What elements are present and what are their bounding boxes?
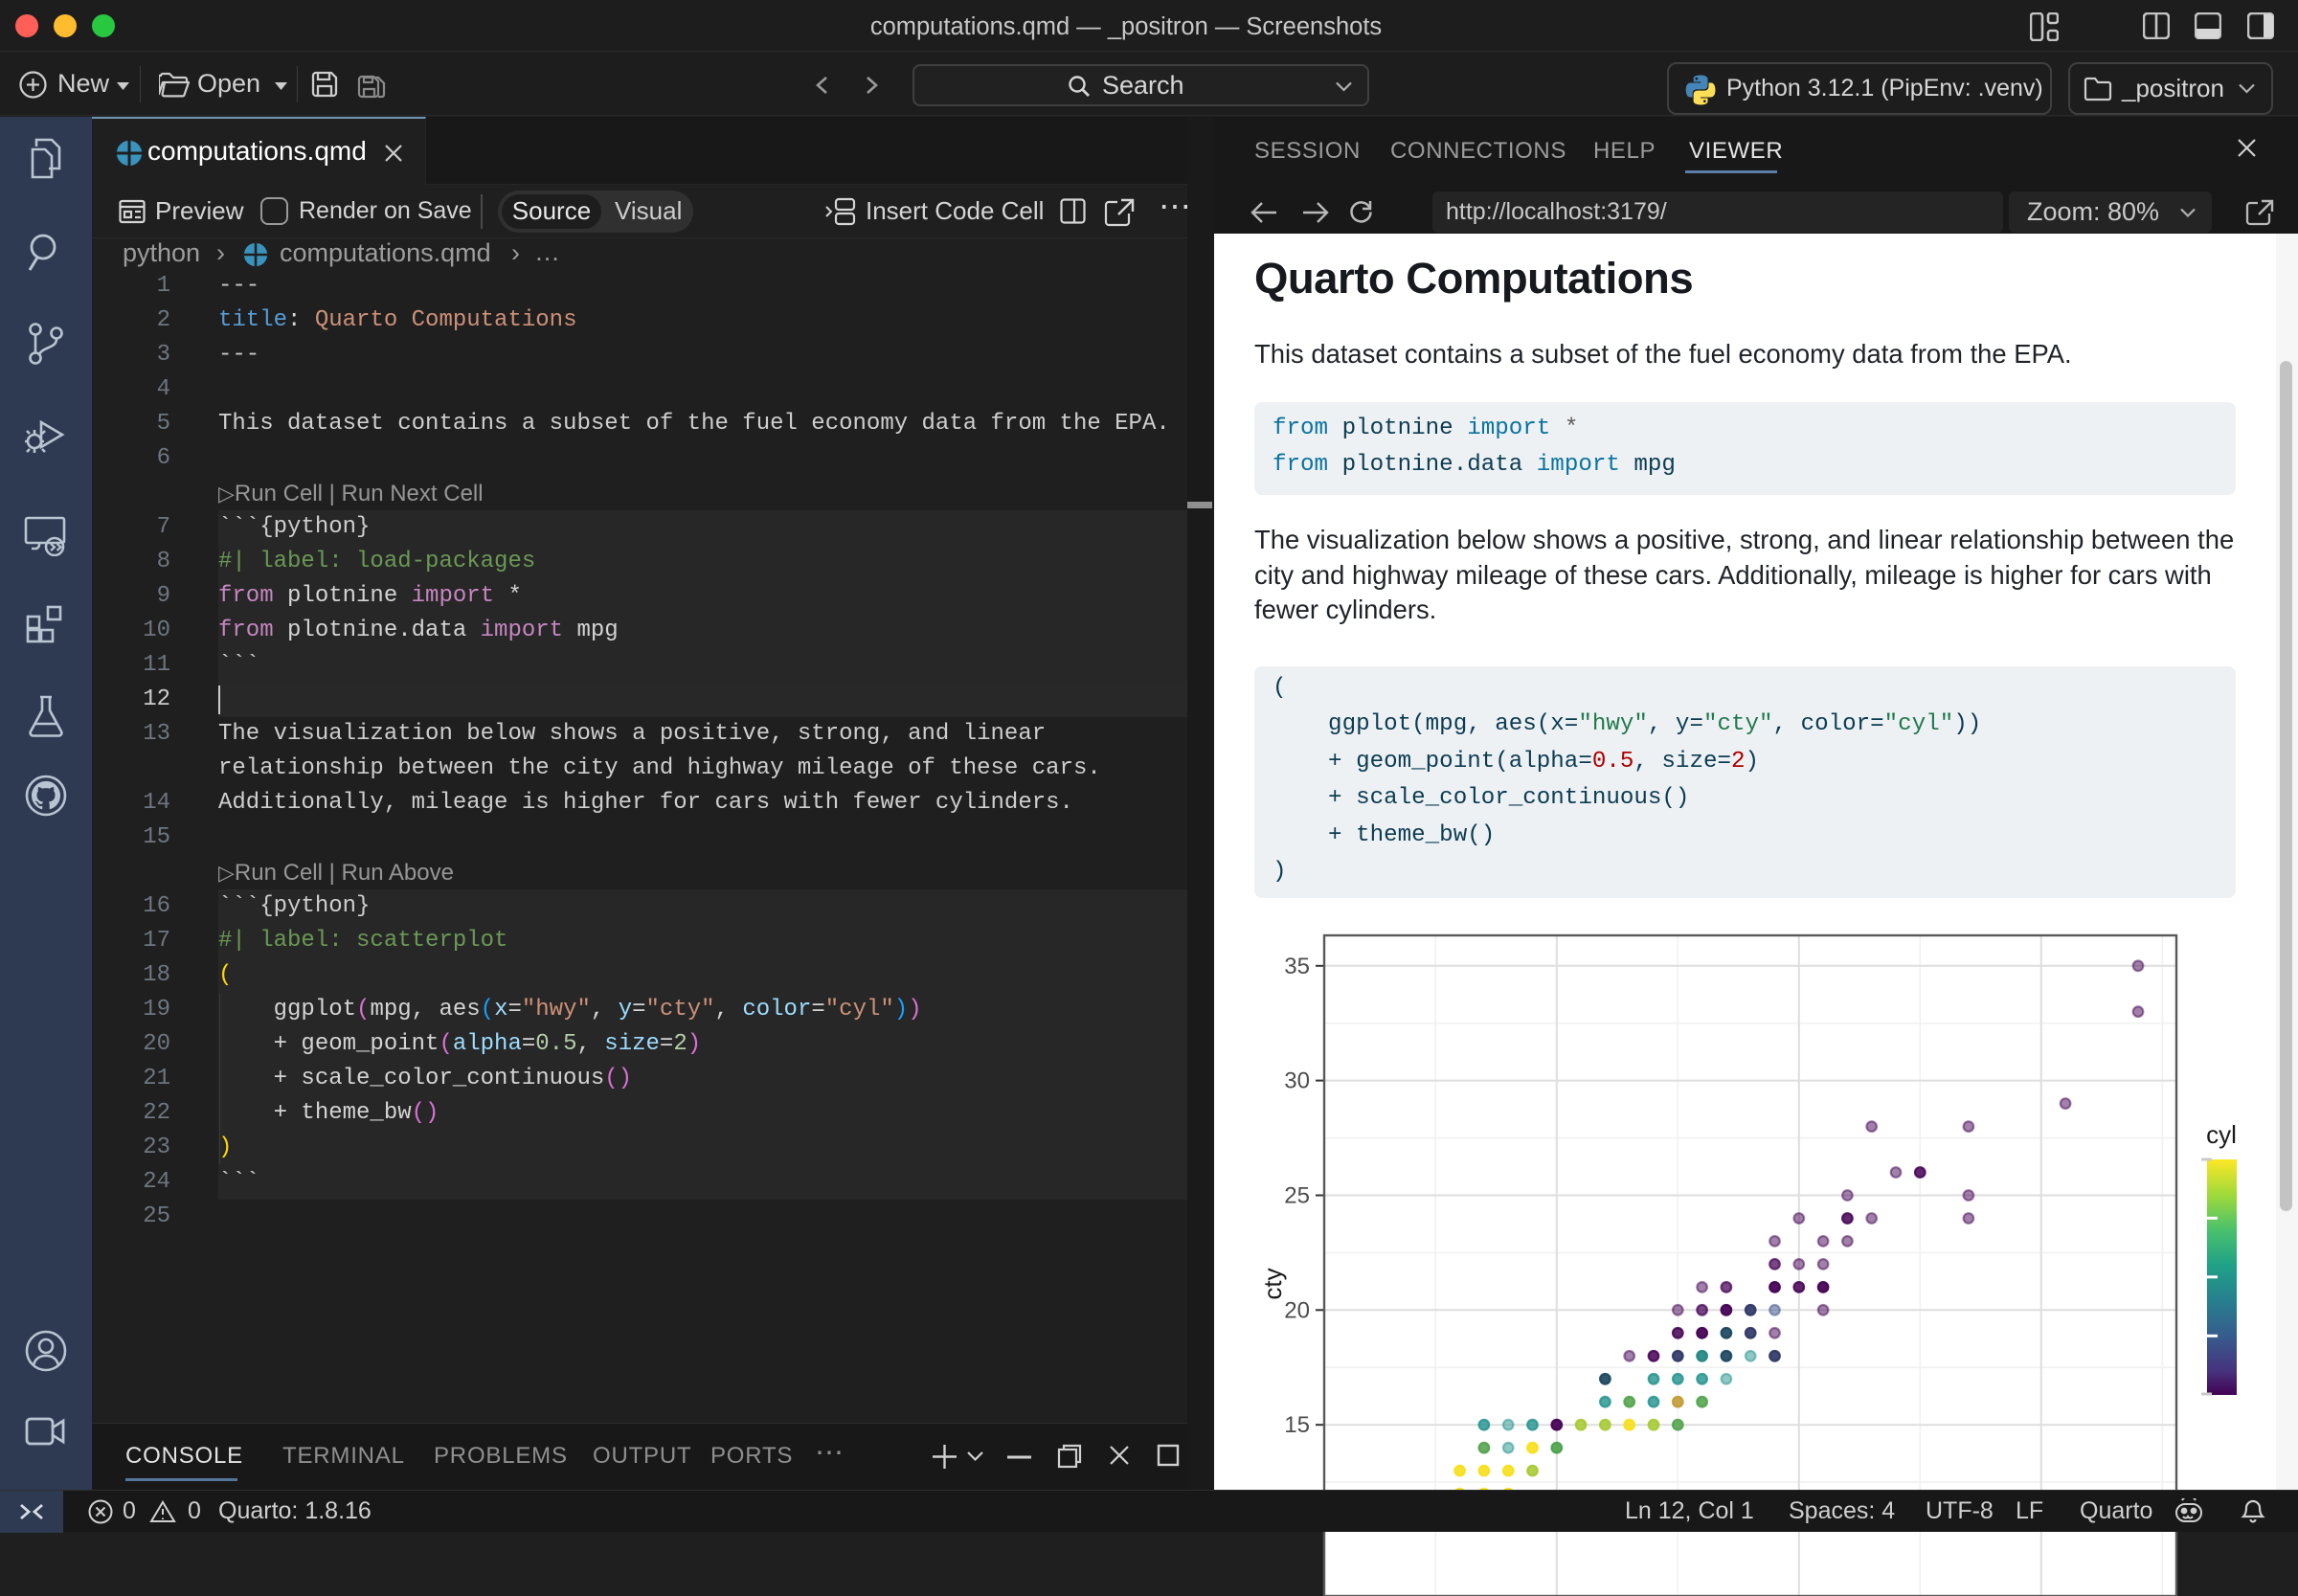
svg-text:35: 35 xyxy=(1284,954,1310,979)
svg-text:20: 20 xyxy=(1284,1297,1310,1323)
svg-text:25: 25 xyxy=(1284,1183,1310,1209)
svg-text:15: 15 xyxy=(1284,1412,1310,1438)
svg-text:30: 30 xyxy=(1284,1068,1310,1094)
svg-text:cyl: cyl xyxy=(2206,1120,2237,1149)
svg-text:cty: cty xyxy=(1258,1268,1287,1299)
